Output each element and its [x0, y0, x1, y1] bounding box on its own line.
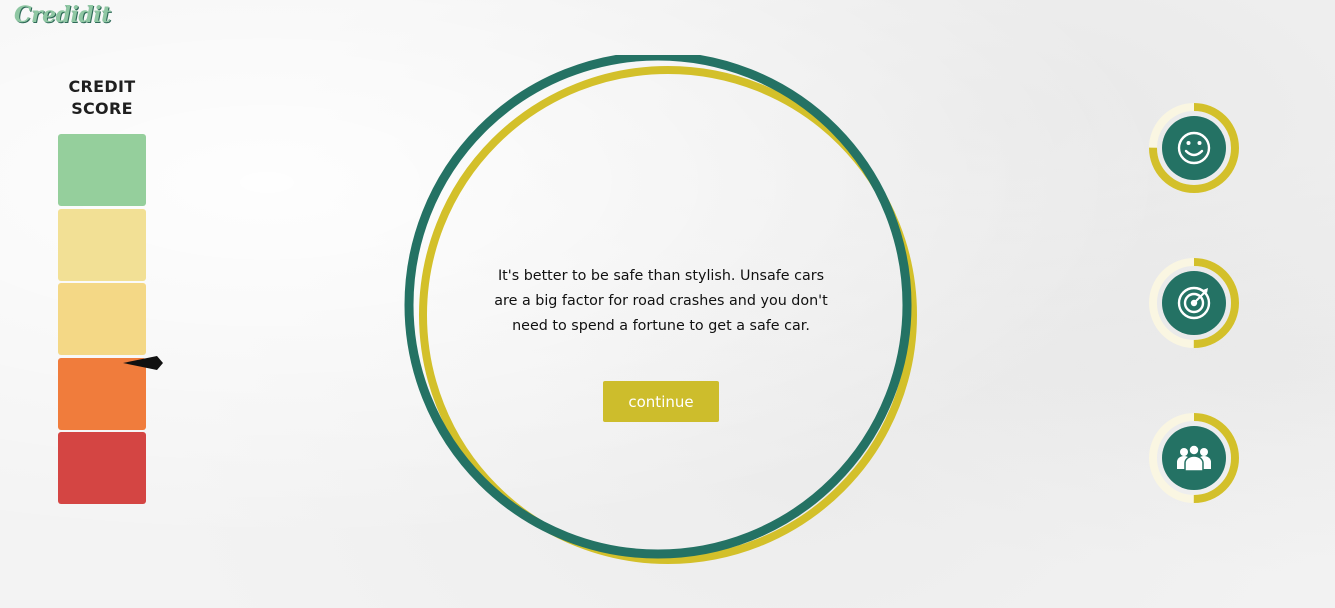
continue-button[interactable]: continue [603, 381, 719, 422]
goals-gauge[interactable] [1148, 257, 1240, 349]
credit-score-title-line2: SCORE [71, 99, 133, 118]
credit-score-title-line1: CREDIT [68, 77, 136, 96]
credit-score-segment [58, 134, 146, 206]
credit-score-title: CREDIT SCORE [58, 76, 146, 120]
social-gauge[interactable] [1148, 412, 1240, 504]
message-text: It's better to be safe than stylish. Uns… [494, 268, 828, 334]
game-screen: Credidit CREDIT SCORE It's better to be … [0, 0, 1335, 608]
gauge-core [1162, 116, 1226, 180]
credit-score-segment [58, 208, 146, 281]
credit-score-segment [58, 432, 146, 504]
people-icon [1177, 444, 1211, 472]
credit-score-meter [58, 134, 146, 507]
credidit-logo: Credidit [14, 2, 111, 28]
happiness-gauge[interactable] [1148, 102, 1240, 194]
credit-score-segment [58, 283, 146, 355]
credit-score-pointer-icon [123, 356, 163, 370]
